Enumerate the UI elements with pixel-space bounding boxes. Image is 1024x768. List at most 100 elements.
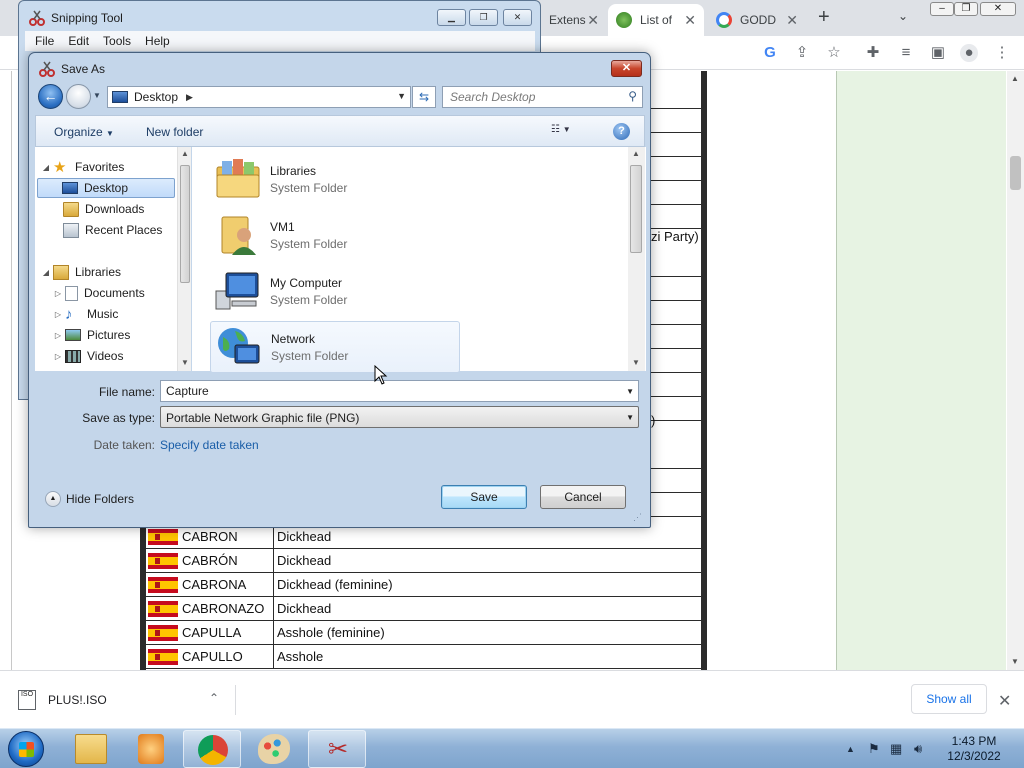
save-as-title: Save As xyxy=(61,62,106,76)
file-item-network[interactable]: Network System Folder xyxy=(210,321,460,373)
file-list-scrollbar[interactable]: ▲ ▼ xyxy=(628,147,645,371)
new-tab-button[interactable]: + xyxy=(818,6,830,29)
nav-favorites[interactable]: ◢ ★ Favorites xyxy=(41,157,183,177)
address-bar[interactable]: Desktop ▶ ▼ xyxy=(107,86,411,108)
tab-search-chevron-icon[interactable]: ⌄ xyxy=(898,9,908,23)
file-item-libraries[interactable]: Libraries System Folder xyxy=(210,153,460,205)
tab-godd[interactable]: GODD ✕ xyxy=(708,4,806,36)
snip-close-button[interactable]: ✕ xyxy=(503,9,532,26)
scroll-down-arrow-icon[interactable]: ▼ xyxy=(1011,657,1019,666)
scroll-down-arrow-icon[interactable]: ▼ xyxy=(181,358,189,367)
menu-edit[interactable]: Edit xyxy=(68,34,89,48)
resize-grip-icon[interactable]: ⋰ xyxy=(633,512,642,523)
tab-extensions[interactable]: Extens ✕ xyxy=(541,4,607,36)
nav-documents[interactable]: ▷ Documents xyxy=(53,283,195,303)
collapsed-triangle-icon[interactable]: ▷ xyxy=(53,352,63,361)
chevron-down-icon[interactable]: ▼ xyxy=(626,387,634,396)
network-icon[interactable]: ▦ xyxy=(890,741,902,757)
table-cell-meaning: Dickhead xyxy=(277,529,332,544)
specify-date-taken-link[interactable]: Specify date taken xyxy=(160,438,259,452)
breadcrumb-chevron-icon[interactable]: ▶ xyxy=(186,92,193,103)
nav-pane-scrollbar[interactable]: ▲ ▼ xyxy=(177,147,191,371)
download-item[interactable]: ISO PLUS!.ISO ⌃ xyxy=(18,685,236,715)
dialog-close-button[interactable]: ✕ xyxy=(611,60,642,77)
bookmark-star-icon[interactable]: ☆ xyxy=(825,44,843,62)
collapsed-triangle-icon[interactable]: ▷ xyxy=(53,289,63,298)
address-dropdown-icon[interactable]: ▼ xyxy=(397,91,406,101)
share-icon[interactable]: ⇪ xyxy=(793,44,811,62)
organize-button[interactable]: Organize ▼ xyxy=(54,125,114,139)
save-as-titlebar[interactable]: Save As xyxy=(39,61,105,77)
help-icon[interactable]: ? xyxy=(613,123,630,140)
taskbar-media-player[interactable] xyxy=(122,730,180,768)
search-input[interactable] xyxy=(443,87,623,107)
menu-help[interactable]: Help xyxy=(145,34,170,48)
nav-desktop[interactable]: Desktop xyxy=(37,178,175,198)
snip-restore-button[interactable]: ❐ xyxy=(469,9,498,26)
collapsed-triangle-icon[interactable]: ▷ xyxy=(53,310,63,319)
google-lens-icon[interactable]: G xyxy=(761,44,779,62)
tab-list-of[interactable]: List of ✕ xyxy=(608,4,704,36)
window-minimize-button[interactable]: – xyxy=(930,2,954,16)
address-breadcrumb[interactable]: Desktop xyxy=(134,90,178,104)
tab-close-icon[interactable]: ✕ xyxy=(786,12,798,29)
snip-minimize-button[interactable]: ▁ xyxy=(437,9,466,26)
collapsed-triangle-icon[interactable]: ▷ xyxy=(53,331,63,340)
snipping-tool-titlebar[interactable]: Snipping Tool xyxy=(29,10,123,26)
forward-arrow-icon[interactable] xyxy=(66,84,91,109)
media-queue-icon[interactable]: ≡ xyxy=(897,44,915,62)
window-close-button[interactable]: ✕ xyxy=(980,2,1016,16)
extensions-puzzle-icon[interactable]: ✚ xyxy=(864,44,882,62)
save-as-type-select[interactable]: Portable Network Graphic file (PNG) ▼ xyxy=(160,406,639,428)
file-list-scroll-thumb[interactable] xyxy=(630,165,642,253)
window-restore-button[interactable]: ❐ xyxy=(954,2,978,16)
tab-close-icon[interactable]: ✕ xyxy=(684,12,696,29)
taskbar-paint[interactable] xyxy=(245,730,303,768)
scroll-up-arrow-icon[interactable]: ▲ xyxy=(1011,74,1019,83)
back-arrow-icon[interactable]: ← xyxy=(38,84,63,109)
refresh-icon[interactable]: ⇆ xyxy=(412,86,436,108)
expanded-triangle-icon[interactable]: ◢ xyxy=(41,163,51,172)
chrome-menu-icon[interactable]: ⋮ xyxy=(993,44,1011,62)
volume-icon[interactable]: 🔊︎ xyxy=(914,741,922,757)
taskbar-chrome[interactable] xyxy=(183,730,241,768)
taskbar-clock[interactable]: 1:43 PM 12/3/2022 xyxy=(938,734,1010,764)
scroll-up-arrow-icon[interactable]: ▲ xyxy=(181,149,189,158)
nav-libraries[interactable]: ◢ Libraries xyxy=(41,262,183,282)
chevron-up-icon[interactable]: ⌃ xyxy=(209,691,219,705)
taskbar-explorer[interactable] xyxy=(62,730,120,768)
show-hidden-icons-icon[interactable]: ▲ xyxy=(846,744,855,754)
action-center-flag-icon[interactable]: ⚑ xyxy=(868,741,880,757)
save-button[interactable]: Save xyxy=(441,485,527,509)
file-name-input[interactable] xyxy=(161,381,621,401)
tab-close-icon[interactable]: ✕ xyxy=(587,12,599,29)
menu-file[interactable]: File xyxy=(35,34,54,48)
nav-videos[interactable]: ▷ Videos xyxy=(53,346,195,366)
nav-pictures[interactable]: ▷ Pictures xyxy=(53,325,195,345)
nav-music[interactable]: ▷ ♪ Music xyxy=(53,304,195,324)
side-panel-icon[interactable]: ▣ xyxy=(929,44,947,62)
new-folder-button[interactable]: New folder xyxy=(146,125,203,139)
nav-pane-scroll-thumb[interactable] xyxy=(180,165,190,283)
change-view-button[interactable]: ☷ ▼ xyxy=(551,124,585,140)
file-name-combobox[interactable]: ▼ xyxy=(160,380,639,402)
expanded-triangle-icon[interactable]: ◢ xyxy=(41,268,51,277)
search-box[interactable]: ⚲ xyxy=(442,86,643,108)
hide-folders-button[interactable]: ▲ Hide Folders xyxy=(45,491,134,507)
recent-locations-dropdown-icon[interactable]: ▼ xyxy=(93,91,101,100)
close-download-bar-icon[interactable]: ✕ xyxy=(998,691,1011,711)
file-item-my-computer[interactable]: My Computer System Folder xyxy=(210,265,460,317)
profile-avatar-icon[interactable]: ● xyxy=(960,44,978,62)
show-all-button[interactable]: Show all xyxy=(911,684,987,714)
scroll-down-arrow-icon[interactable]: ▼ xyxy=(632,358,640,367)
page-scroll-thumb[interactable] xyxy=(1010,156,1021,190)
cancel-button[interactable]: Cancel xyxy=(540,485,626,509)
file-item-vm1[interactable]: VM1 System Folder xyxy=(210,209,460,261)
scroll-up-arrow-icon[interactable]: ▲ xyxy=(632,149,640,158)
start-button[interactable] xyxy=(8,731,44,767)
page-scrollbar[interactable]: ▲ ▼ xyxy=(1007,71,1024,670)
search-icon[interactable]: ⚲ xyxy=(628,89,637,103)
taskbar-snipping-tool[interactable]: ✂ xyxy=(308,730,366,768)
chevron-down-icon[interactable]: ▼ xyxy=(626,413,634,422)
menu-tools[interactable]: Tools xyxy=(103,34,131,48)
